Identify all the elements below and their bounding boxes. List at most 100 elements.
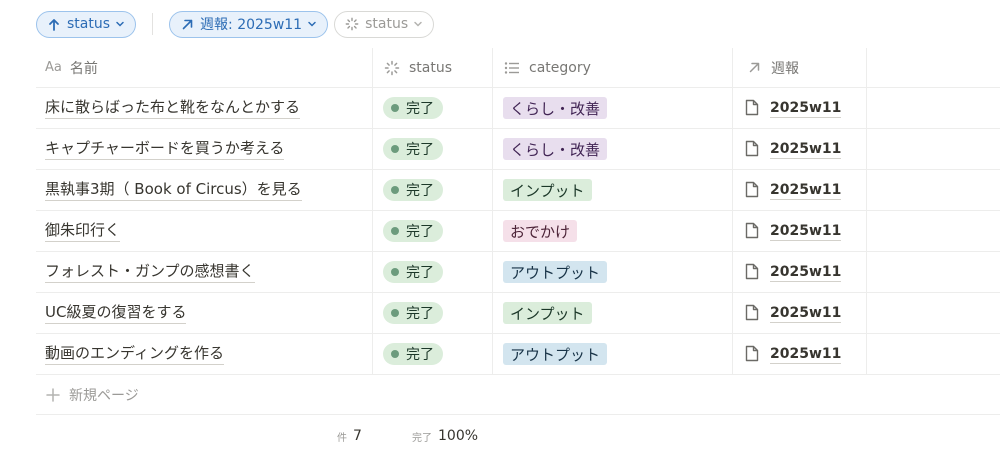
category-cell[interactable]: おでかけ [493,211,733,251]
page-title-link[interactable]: 御朱印行く [45,221,121,242]
empty-cell [867,88,1000,128]
status-filter-chip[interactable]: status [334,10,435,38]
week-relation-link[interactable]: 2025w11 [745,345,842,364]
category-tag: インプット [503,302,592,324]
name-cell[interactable]: フォレスト・ガンプの感想書く [36,252,373,292]
table-row[interactable]: 床に散らばった布と靴をなんとかする 完了 くらし・改善 2025w11 [36,88,1000,129]
page-doc-icon [745,304,761,322]
empty-cell [867,129,1000,169]
name-cell[interactable]: 御朱印行く [36,211,373,251]
status-text: 完了 [406,224,434,240]
page-title-link[interactable]: 床に散らばった布と靴をなんとかする [45,98,301,119]
empty-cell [867,293,1000,333]
name-cell[interactable]: 動画のエンディングを作る [36,334,373,374]
status-cell[interactable]: 完了 [373,252,493,292]
page-title-link[interactable]: 黒執事3期（ Book of Circus）を見る [45,180,302,201]
category-tag: くらし・改善 [503,138,608,160]
week-link-text: 2025w11 [770,263,842,282]
complete-label: 完了 [412,432,432,444]
column-header-status[interactable]: status [373,48,493,87]
column-header-name[interactable]: Aa 名前 [36,48,373,87]
page-doc-icon [745,222,761,240]
column-header-empty [867,48,1000,87]
status-badge: 完了 [383,261,443,283]
page-doc-icon [745,140,761,158]
week-cell[interactable]: 2025w11 [733,334,867,374]
column-header-week-label: 週報 [771,60,799,77]
status-cell[interactable]: 完了 [373,293,493,333]
table-row[interactable]: 黒執事3期（ Book of Circus）を見る 完了 インプット 2025w11 [36,170,1000,211]
relation-arrow-icon [745,60,763,76]
table-body: 床に散らばった布と靴をなんとかする 完了 くらし・改善 2025w11 キャプチャーボー… [36,88,1000,375]
table-row[interactable]: 御朱印行く 完了 おでかけ 2025w11 [36,211,1000,252]
status-cell[interactable]: 完了 [373,334,493,374]
category-cell[interactable]: アウトプット [493,252,733,292]
status-cell[interactable]: 完了 [373,170,493,210]
category-cell[interactable]: アウトプット [493,334,733,374]
sort-chip-label: status [67,16,111,32]
table-row[interactable]: 動画のエンディングを作る 完了 アウトプット 2025w11 [36,334,1000,375]
category-cell[interactable]: くらし・改善 [493,88,733,128]
complete-aggregate[interactable]: 完了 100% [412,425,478,447]
category-tag: くらし・改善 [503,97,608,119]
week-cell[interactable]: 2025w11 [733,293,867,333]
sort-chip[interactable]: status [36,10,137,38]
category-cell[interactable]: くらし・改善 [493,129,733,169]
status-cell[interactable]: 完了 [373,211,493,251]
empty-cell [867,211,1000,251]
name-cell[interactable]: キャプチャーボードを買うか考える [36,129,373,169]
week-cell[interactable]: 2025w11 [733,88,867,128]
table-header: Aa 名前 status category 週報 [36,48,1000,88]
count-aggregate[interactable]: 件 7 [337,425,362,447]
week-relation-link[interactable]: 2025w11 [745,304,842,323]
chevron-down-icon [413,19,423,29]
column-header-status-label: status [409,59,453,76]
status-dot-icon [391,227,399,235]
week-filter-chip[interactable]: 週報: 2025w11 [169,10,329,38]
page-title-link[interactable]: キャプチャーボードを買うか考える [45,139,285,160]
column-header-category[interactable]: category [493,48,733,87]
category-cell[interactable]: インプット [493,293,733,333]
page-doc-icon [745,181,761,199]
name-cell[interactable]: UC級夏の復習をする [36,293,373,333]
table-row[interactable]: UC級夏の復習をする 完了 インプット 2025w11 [36,293,1000,334]
empty-cell [867,252,1000,292]
filter-bar: status 週報: 2025w11 status [36,10,435,38]
status-cell[interactable]: 完了 [373,129,493,169]
week-relation-link[interactable]: 2025w11 [745,181,842,200]
status-text: 完了 [406,306,434,322]
week-link-text: 2025w11 [770,345,842,364]
page-title-link[interactable]: UC級夏の復習をする [45,303,187,324]
week-cell[interactable]: 2025w11 [733,211,867,251]
category-cell[interactable]: インプット [493,170,733,210]
name-cell[interactable]: 黒執事3期（ Book of Circus）を見る [36,170,373,210]
table-row[interactable]: フォレスト・ガンプの感想書く 完了 アウトプット 2025w11 [36,252,1000,293]
database-table: Aa 名前 status category 週報 床に散らばった布と靴をなんとか… [36,48,1000,415]
plus-icon [45,387,61,403]
chevron-down-icon [115,19,125,29]
category-tag: アウトプット [503,343,608,365]
status-dot-icon [391,145,399,153]
column-header-week[interactable]: 週報 [733,48,867,87]
status-cell[interactable]: 完了 [373,88,493,128]
week-cell[interactable]: 2025w11 [733,129,867,169]
empty-cell [867,170,1000,210]
page-title-link[interactable]: 動画のエンディングを作る [45,344,224,365]
status-text: 完了 [406,183,434,199]
new-page-button[interactable]: 新規ページ [36,375,1000,415]
status-loader-icon [345,17,359,31]
status-badge: 完了 [383,220,443,242]
status-filter-label: status [365,16,409,32]
week-cell[interactable]: 2025w11 [733,252,867,292]
name-cell[interactable]: 床に散らばった布と靴をなんとかする [36,88,373,128]
week-relation-link[interactable]: 2025w11 [745,140,842,159]
page-title-link[interactable]: フォレスト・ガンプの感想書く [45,262,255,283]
week-relation-link[interactable]: 2025w11 [745,99,842,118]
table-row[interactable]: キャプチャーボードを買うか考える 完了 くらし・改善 2025w11 [36,129,1000,170]
week-relation-link[interactable]: 2025w11 [745,222,842,241]
week-relation-link[interactable]: 2025w11 [745,263,842,282]
status-badge: 完了 [383,138,443,160]
status-dot-icon [391,268,399,276]
week-cell[interactable]: 2025w11 [733,170,867,210]
filter-divider [152,13,154,35]
